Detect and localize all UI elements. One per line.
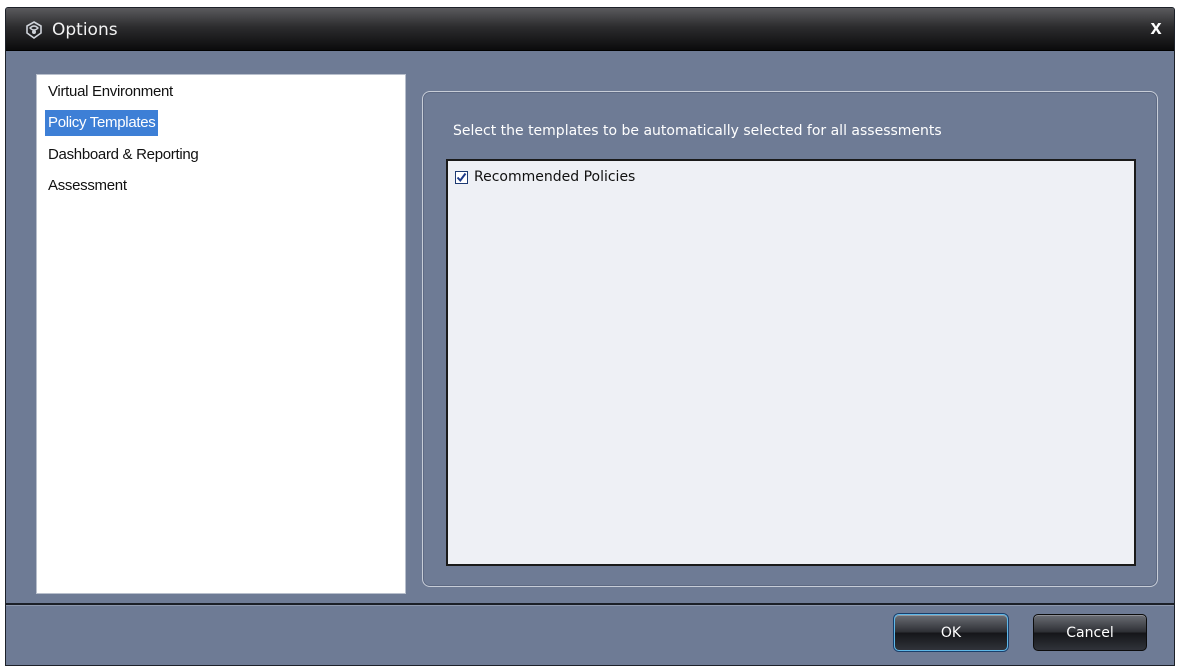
- cancel-button[interactable]: Cancel: [1033, 614, 1147, 651]
- ok-button[interactable]: OK: [894, 614, 1008, 651]
- cancel-button-label: Cancel: [1066, 624, 1114, 641]
- instruction-text: Select the templates to be automatically…: [453, 123, 942, 139]
- window-title: Options: [52, 20, 118, 40]
- template-item-recommended-policies[interactable]: Recommended Policies: [455, 166, 635, 188]
- options-dialog: Options x Virtual Environment Policy Tem…: [5, 7, 1175, 666]
- recommended-policies-checkbox[interactable]: [455, 170, 468, 184]
- nav-item-virtual-environment[interactable]: Virtual Environment: [45, 79, 176, 105]
- options-category-list[interactable]: Virtual Environment Policy Templates Das…: [36, 74, 406, 594]
- title-bar[interactable]: Options x: [6, 8, 1174, 51]
- footer-divider: [6, 603, 1174, 606]
- app-logo-icon: [25, 21, 43, 39]
- template-list[interactable]: Recommended Policies: [446, 159, 1136, 566]
- checkmark-icon: [456, 172, 467, 182]
- nav-item-assessment[interactable]: Assessment: [45, 173, 130, 199]
- nav-item-dashboard-reporting[interactable]: Dashboard & Reporting: [45, 142, 201, 168]
- nav-item-policy-templates[interactable]: Policy Templates: [45, 110, 159, 136]
- template-label: Recommended Policies: [474, 169, 636, 185]
- close-button[interactable]: x: [1147, 18, 1165, 38]
- ok-button-label: OK: [940, 624, 962, 641]
